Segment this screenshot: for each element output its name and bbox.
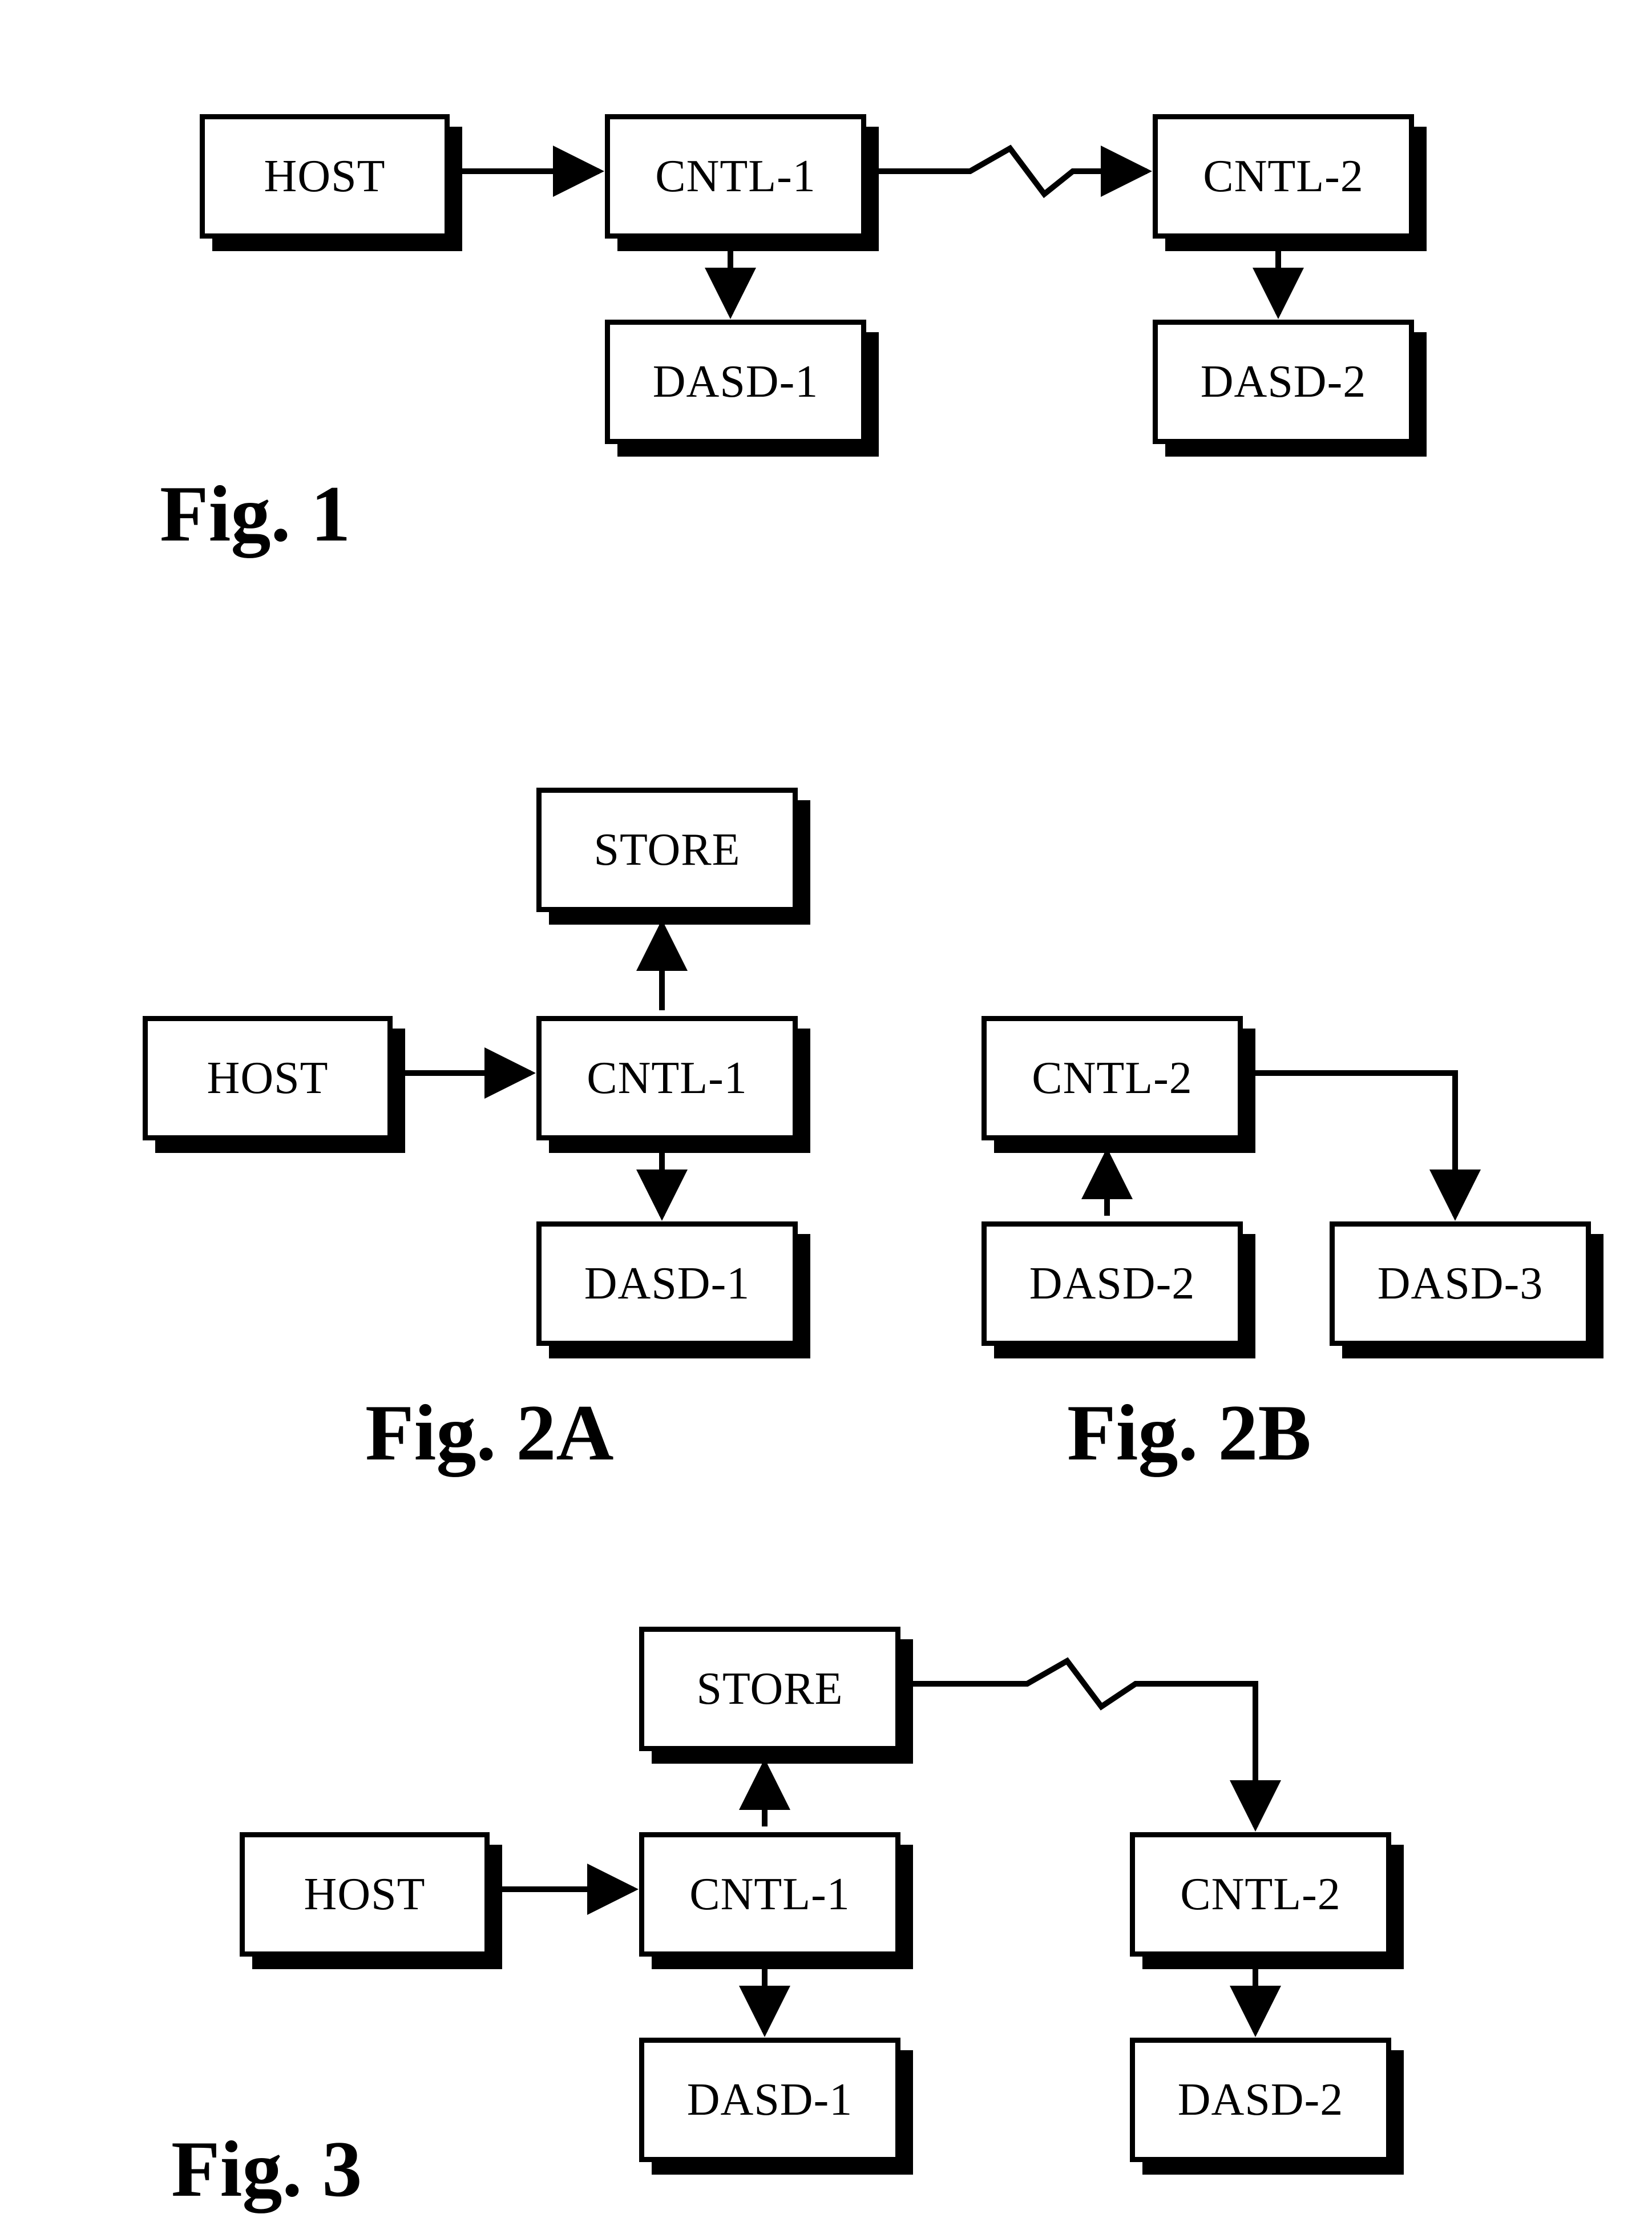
fig1-host-label: HOST [264,151,386,203]
fig3-dasd1-box: DASD-1 [639,2038,900,2162]
fig3-host-label: HOST [304,1869,426,1921]
fig3-caption: Fig. 3 [171,2123,362,2215]
fig3-cntl2-box: CNTL-2 [1130,1832,1391,1957]
page: HOST CNTL-1 CNTL-2 DASD-1 DASD-2 Fig. 1 … [0,0,1652,2230]
fig2a-caption: Fig. 2A [365,1387,614,1479]
fig2b-dasd2-label: DASD-2 [1029,1258,1195,1310]
fig1-dasd1-label: DASD-1 [653,356,818,408]
fig3-cntl1-label: CNTL-1 [689,1869,850,1921]
fig2b-cntl2-box: CNTL-2 [981,1016,1243,1140]
fig2a-cntl1-box: CNTL-1 [536,1016,798,1140]
fig1-dasd2-box: DASD-2 [1153,320,1414,444]
fig2a-store-label: STORE [594,824,741,876]
fig3-store-box: STORE [639,1627,900,1751]
fig1-cntl2-box: CNTL-2 [1153,114,1414,239]
fig1-dasd1-box: DASD-1 [605,320,866,444]
fig2b-caption: Fig. 2B [1067,1387,1311,1479]
fig3-dasd1-label: DASD-1 [687,2074,853,2126]
fig2a-dasd1-box: DASD-1 [536,1221,798,1346]
fig2b-dasd3-box: DASD-3 [1330,1221,1591,1346]
fig1-cntl1-box: CNTL-1 [605,114,866,239]
fig3-cntl2-label: CNTL-2 [1180,1869,1341,1921]
fig2a-host-label: HOST [207,1053,329,1104]
fig1-dasd2-label: DASD-2 [1201,356,1366,408]
fig3-dasd2-label: DASD-2 [1178,2074,1343,2126]
fig1-arrow-cntl1-cntl2 [873,148,1147,194]
fig3-dasd2-box: DASD-2 [1130,2038,1391,2162]
fig1-cntl1-label: CNTL-1 [655,151,816,203]
fig2b-arrow-cntl2-dasd3 [1250,1073,1455,1216]
fig3-store-label: STORE [697,1663,843,1715]
fig2b-dasd2-box: DASD-2 [981,1221,1243,1346]
fig2a-cntl1-label: CNTL-1 [587,1053,748,1104]
fig2a-host-box: HOST [143,1016,393,1140]
fig1-host-box: HOST [200,114,450,239]
fig3-host-box: HOST [240,1832,490,1957]
fig2a-dasd1-label: DASD-1 [584,1258,750,1310]
fig1-cntl2-label: CNTL-2 [1203,151,1364,203]
fig1-caption: Fig. 1 [160,468,350,560]
fig2b-cntl2-label: CNTL-2 [1032,1053,1193,1104]
fig3-arrow-store-cntl2 [907,1661,1255,1826]
fig2a-store-box: STORE [536,788,798,912]
fig3-cntl1-box: CNTL-1 [639,1832,900,1957]
fig2b-dasd3-label: DASD-3 [1378,1258,1543,1310]
